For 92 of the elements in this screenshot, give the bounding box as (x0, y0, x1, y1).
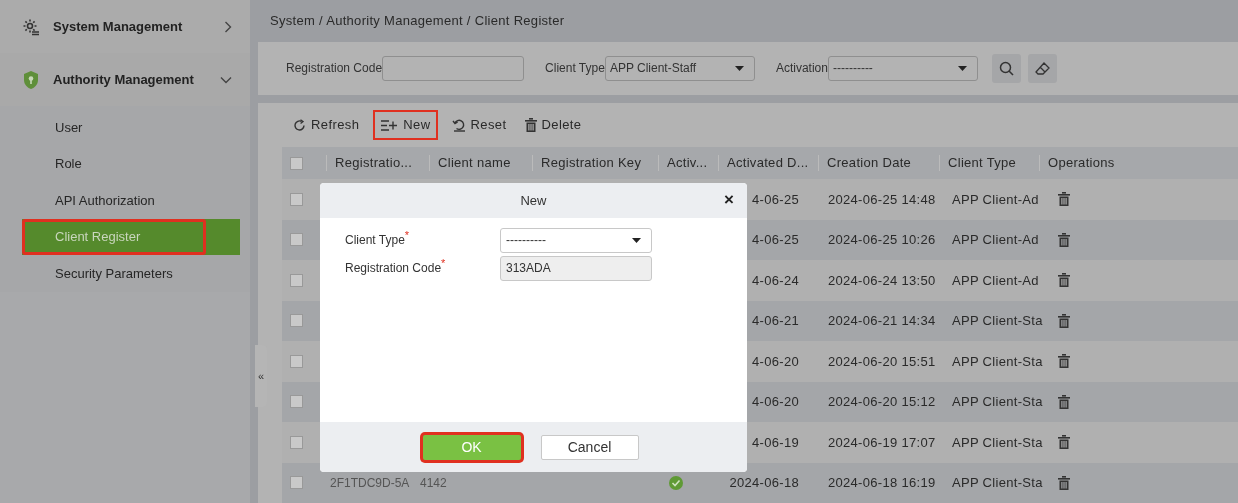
select-field[interactable]: APP Client-Staff (604, 55, 755, 81)
table-cell-text: APP Client-Ad (952, 190, 1039, 209)
sidebar-item[interactable]: Role (22, 145, 240, 182)
gear-icon (22, 17, 40, 36)
table-cell-text: 2024-06-19 17:07 (828, 433, 936, 452)
table-cell-text: 2024-06-18 (729, 474, 799, 492)
delete-button[interactable] (1058, 394, 1070, 409)
sidebar-item[interactable]: User (22, 109, 240, 146)
table-cell-text: APP Client-Ad (952, 231, 1039, 249)
table-cell-text: 2024-06-25 14:48 (828, 190, 936, 209)
collapse-handle[interactable]: « (255, 345, 267, 407)
reset-button[interactable]: Reset (449, 112, 509, 138)
column-header: Activ... (667, 154, 708, 173)
column-header: Registratio... (335, 154, 413, 173)
table-cell-text: 4-06-20 (752, 393, 799, 411)
select-field[interactable]: ---------- (500, 227, 652, 253)
checkbox[interactable] (290, 476, 303, 490)
text-field[interactable] (382, 55, 525, 81)
delete-button[interactable] (1058, 232, 1070, 247)
checkbox[interactable] (290, 156, 303, 170)
delete-button[interactable] (1058, 354, 1070, 369)
checkbox[interactable] (290, 395, 303, 409)
column-header: Operations (1048, 154, 1115, 173)
breadcrumb: System / Authority Management / Client Register (270, 12, 565, 31)
trash-icon (1058, 435, 1070, 450)
table-cell-text: 2024-06-21 14:34 (828, 312, 936, 330)
checkbox[interactable] (290, 192, 303, 206)
checkbox[interactable] (290, 354, 303, 368)
checkbox[interactable] (290, 314, 303, 328)
trash-icon (1058, 394, 1070, 409)
column-header: Client name (438, 154, 511, 173)
delete-button[interactable] (1058, 192, 1070, 207)
sidebar-item[interactable]: Security Parameters (22, 255, 240, 292)
shield-icon (22, 69, 40, 90)
table-cell-text: 4-06-25 (752, 231, 799, 249)
delete-button[interactable] (1058, 273, 1070, 288)
add-list-icon (380, 118, 399, 132)
column-header: Activated D... (727, 154, 809, 173)
trash-icon (1058, 273, 1070, 288)
cancel-button[interactable]: Cancel (540, 434, 639, 460)
trash-icon (1058, 232, 1070, 247)
refresh-icon (293, 118, 306, 132)
checkbox[interactable] (290, 233, 303, 247)
undo-icon (451, 118, 466, 132)
eraser-icon (1034, 61, 1050, 75)
table-cell-text: 4-06-21 (752, 312, 799, 330)
table-cell-text: 2024-06-18 16:19 (828, 474, 936, 492)
table-cell-text: APP Client-Sta (952, 433, 1043, 452)
new-button[interactable]: New (375, 112, 436, 138)
trash-icon (1058, 354, 1070, 369)
table-cell-text: 2024-06-20 15:12 (828, 393, 936, 411)
dialog-title: New (520, 191, 547, 210)
filter-label: Registration Code (286, 60, 383, 78)
trash-icon (1058, 192, 1070, 207)
checkbox[interactable] (290, 435, 303, 449)
table-cell-text: 2024-06-20 15:51 (828, 352, 936, 371)
table-cell-text: APP Client-Ad (952, 271, 1039, 290)
table-cell-text: 4142 (420, 474, 447, 492)
close-button[interactable]: × (724, 190, 734, 210)
table-cell-text: 2024-06-25 10:26 (828, 231, 936, 249)
clear-button[interactable] (1027, 53, 1057, 83)
table-cell-text: 4-06-20 (752, 352, 799, 371)
trash-icon (524, 118, 537, 132)
sidebar-item[interactable]: API Authorization (22, 182, 240, 219)
table-cell-text: 4-06-25 (752, 190, 799, 209)
column-header: Creation Date (827, 154, 912, 173)
search-icon (998, 60, 1014, 76)
trash-icon (1058, 313, 1070, 328)
filter-label: Activation (775, 60, 828, 78)
trash-icon (1058, 475, 1070, 490)
column-header: Registration Key (541, 154, 642, 173)
table-cell-text: APP Client-Sta (952, 312, 1043, 330)
table-cell-text: APP Client-Sta (952, 393, 1043, 411)
refresh-button[interactable]: Refresh (291, 112, 362, 138)
table-cell-text: APP Client-Sta (952, 352, 1043, 371)
delete-button[interactable] (1058, 475, 1070, 490)
select-field[interactable]: ---------- (827, 55, 978, 81)
table-cell-text: 4-06-19 (752, 433, 799, 452)
table-cell-text: 4-06-24 (752, 271, 799, 290)
column-header: Client Type (948, 154, 1017, 173)
delete-button[interactable] (1058, 435, 1070, 450)
delete-button[interactable]: Delete (522, 112, 584, 138)
table-cell-text: 2024-06-24 13:50 (828, 271, 936, 290)
delete-button[interactable] (1058, 313, 1070, 328)
dropdown-caret-icon (734, 65, 744, 71)
checkbox[interactable] (290, 273, 303, 287)
filter-label: Client Type (545, 60, 605, 78)
table-cell-text: 2F1TDC9D-5A (330, 474, 410, 492)
search-button[interactable] (991, 53, 1021, 83)
dropdown-caret-icon (957, 65, 967, 71)
table-cell-text: APP Client-Sta (952, 474, 1043, 492)
dropdown-caret-icon (632, 237, 641, 243)
